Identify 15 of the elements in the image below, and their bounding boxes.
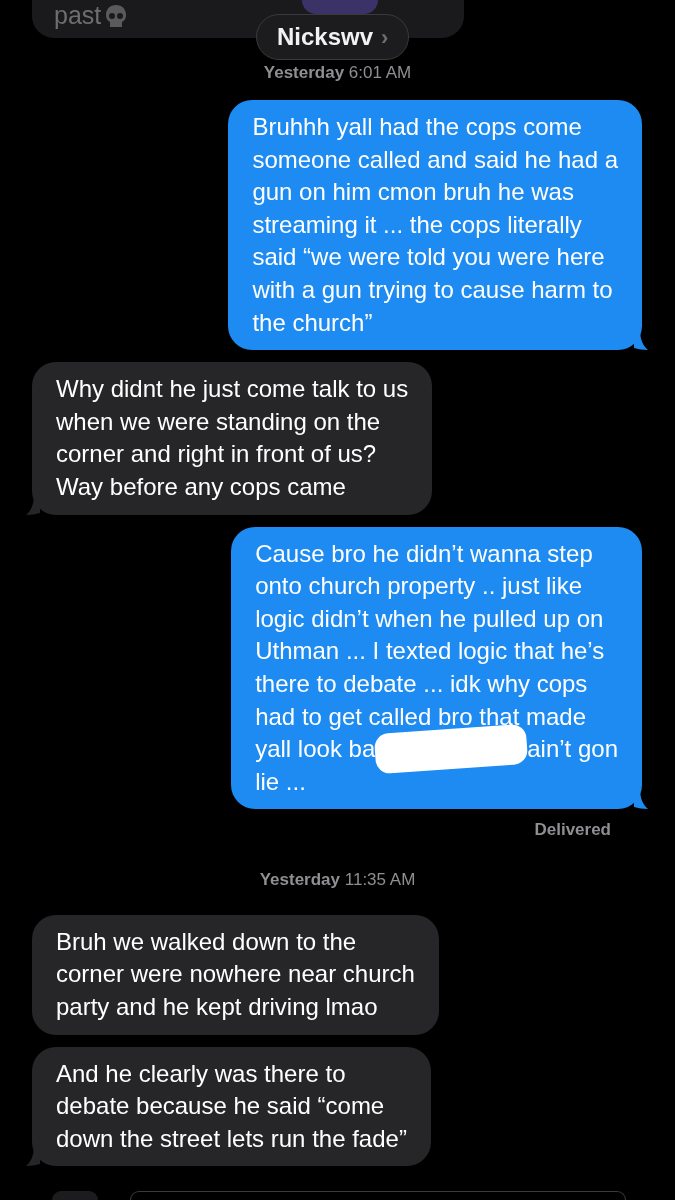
plus-button[interactable]: [52, 1191, 98, 1200]
message-text: And he clearly was there to debate because he said “come down the street lets run the fade”: [56, 1058, 407, 1154]
timestamp: Yesterday 11:35 AM: [258, 868, 417, 891]
message-text: past: [54, 0, 102, 30]
message-text: Bruhhh yall had the cops come someone called and said he had a gun on him cmon bruh he was streaming it ... the cops literally said “we were told you were here with a gun trying to cause harm to the church”: [252, 112, 618, 338]
message-text: Bruh we walked down to the corner were nowhere near church party and he kept driving lmao: [56, 926, 415, 1022]
timestamp: Yesterday 6:01 AM: [262, 62, 413, 84]
message-field[interactable]: [130, 1191, 626, 1200]
contact-name-button[interactable]: Nickswv ›: [256, 14, 410, 60]
message-text: lie ...: [255, 766, 307, 797]
message-text: ain’t gon: [527, 734, 618, 765]
skull-icon: [105, 4, 128, 30]
message-text: Why didnt he just come talk to us when we were standing on the corner and right in front of us? Way before any cops came: [56, 374, 409, 502]
avatar[interactable]: [302, 0, 378, 14]
delivered-status: Delivered: [534, 819, 611, 842]
